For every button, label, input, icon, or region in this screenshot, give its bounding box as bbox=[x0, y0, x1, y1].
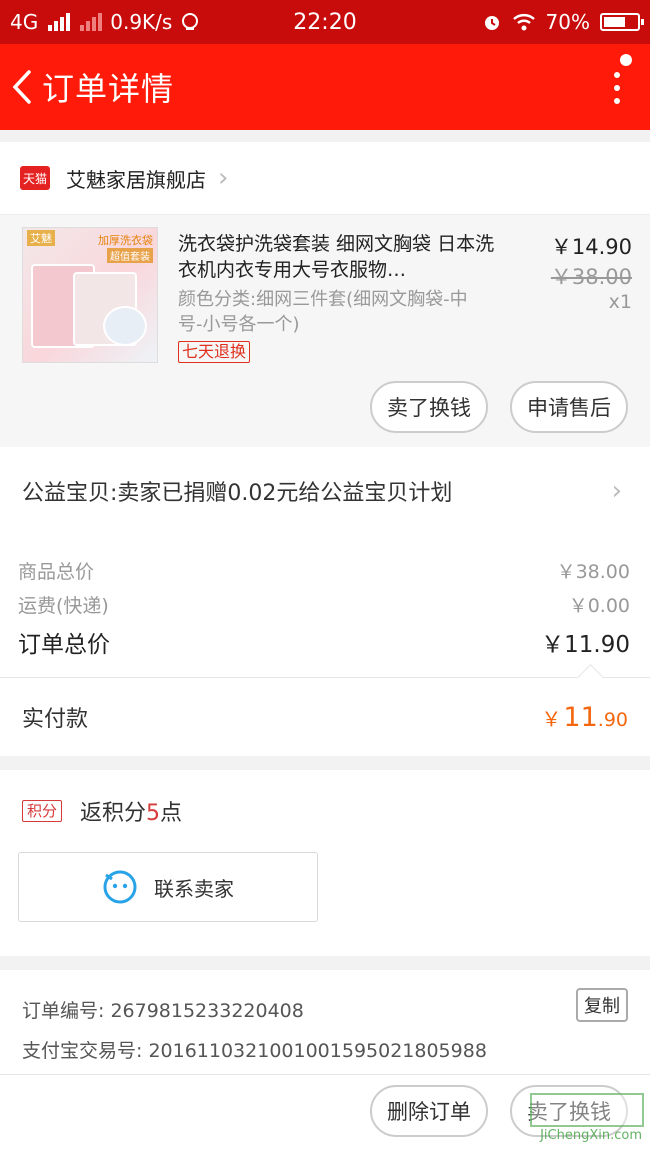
notification-dot bbox=[620, 54, 632, 66]
paid-decimal: .90 bbox=[597, 708, 628, 731]
thumb-sub: 超值套装 bbox=[107, 248, 153, 263]
goods-total-value: ￥38.00 bbox=[556, 561, 630, 583]
charity-row[interactable]: 公益宝贝:卖家已捐赠0.02元给公益宝贝计划 › bbox=[0, 447, 650, 535]
return-policy-badge: 七天退换 bbox=[178, 341, 251, 363]
product-thumbnail[interactable]: 艾魅 加厚洗衣袋 超值套装 bbox=[22, 227, 158, 363]
paid-label: 实付款 bbox=[22, 707, 89, 732]
chevron-right-icon: › bbox=[218, 163, 229, 193]
alarm-icon bbox=[484, 16, 499, 30]
battery-percent: 70% bbox=[545, 10, 590, 34]
order-total-label: 订单总价 bbox=[18, 632, 110, 658]
thumb-brand: 艾魅 bbox=[27, 230, 55, 246]
wifi-icon bbox=[512, 14, 535, 31]
status-bar: 4G 0.9K/s 22:20 70% bbox=[0, 0, 650, 44]
shop-row[interactable]: 天猫 艾魅家居旗舰店 › bbox=[0, 142, 650, 215]
points-text: 返积分5点 bbox=[80, 795, 182, 827]
points-row: 积分 返积分5点 bbox=[0, 770, 650, 852]
shipping-value: ￥0.00 bbox=[568, 595, 630, 617]
item-price: ￥14.90 bbox=[550, 235, 632, 259]
watermark-text: JiChengXin.com bbox=[540, 1128, 642, 1143]
chat-face-icon bbox=[103, 870, 137, 904]
points-badge: 积分 bbox=[22, 800, 63, 822]
resell-button[interactable]: 卖了换钱 bbox=[370, 381, 488, 433]
paid-row: 实付款 ￥ 11 .90 bbox=[0, 664, 650, 756]
price-summary: 商品总价 ￥38.00 运费(快递) ￥0.00 订单总价 ￥11.90 bbox=[0, 535, 650, 677]
item-quantity: x1 bbox=[608, 291, 632, 313]
battery-icon bbox=[600, 13, 644, 31]
shipping-label: 运费(快递) bbox=[18, 595, 109, 617]
copy-button[interactable]: 复制 bbox=[576, 988, 628, 1022]
nav-bar: 订单详情 bbox=[0, 44, 650, 130]
thumb-label: 加厚洗衣袋 bbox=[98, 234, 153, 247]
points-suffix: 点 bbox=[160, 801, 183, 826]
signal-icon bbox=[48, 13, 71, 31]
delete-order-button[interactable]: 删除订单 bbox=[370, 1085, 488, 1137]
points-prefix: 返积分 bbox=[80, 801, 147, 826]
order-total-value: ￥11.90 bbox=[541, 632, 630, 658]
contact-seller-label: 联系卖家 bbox=[154, 876, 234, 901]
charity-text: 公益宝贝:卖家已捐赠0.02元给公益宝贝计划 bbox=[22, 481, 453, 506]
page-title: 订单详情 bbox=[42, 70, 175, 108]
tmall-icon: 天猫 bbox=[20, 166, 50, 190]
product-title[interactable]: 洗衣袋护洗袋套装 细网文胸袋 日本洗衣机内衣专用大号衣服物… bbox=[178, 231, 498, 283]
order-item[interactable]: 艾魅 加厚洗衣袋 超值套装 洗衣袋护洗袋套装 细网文胸袋 日本洗衣机内衣专用大号… bbox=[0, 215, 650, 447]
alipay-trade-number: 支付宝交易号: 2016110321001001595021805988 bbox=[22, 1040, 487, 1062]
goods-total-label: 商品总价 bbox=[18, 561, 95, 583]
after-sale-button[interactable]: 申请售后 bbox=[510, 381, 628, 433]
product-sku: 颜色分类:细网三件套(细网文胸袋-中号-小号各一个) bbox=[178, 289, 468, 335]
back-arrow-icon[interactable] bbox=[2, 44, 42, 130]
more-menu-icon[interactable] bbox=[614, 72, 620, 104]
shop-name: 艾魅家居旗舰店 bbox=[66, 167, 206, 192]
network-type: 4G bbox=[10, 10, 39, 34]
order-info: 订单编号: 2679815233220408 复制 支付宝交易号: 201611… bbox=[0, 970, 650, 1090]
points-count: 5 bbox=[146, 801, 161, 826]
bottom-action-bar: 删除订单 卖了换钱 JiChengXin.com bbox=[0, 1075, 650, 1155]
notification-bell-icon bbox=[182, 13, 199, 30]
paid-integer: 11 bbox=[563, 701, 598, 733]
net-speed: 0.9K/s bbox=[110, 10, 173, 34]
watermark-logo bbox=[530, 1093, 644, 1127]
contact-seller-button[interactable]: 联系卖家 bbox=[18, 852, 318, 922]
paid-amount: ￥ 11 .90 bbox=[541, 702, 628, 733]
signal-2-icon bbox=[80, 13, 103, 31]
order-number: 订单编号: 2679815233220408 bbox=[22, 1000, 304, 1022]
chevron-right-icon: › bbox=[611, 476, 622, 506]
paid-currency: ￥ bbox=[541, 706, 562, 731]
item-original-price: ￥38.00 bbox=[550, 265, 632, 289]
